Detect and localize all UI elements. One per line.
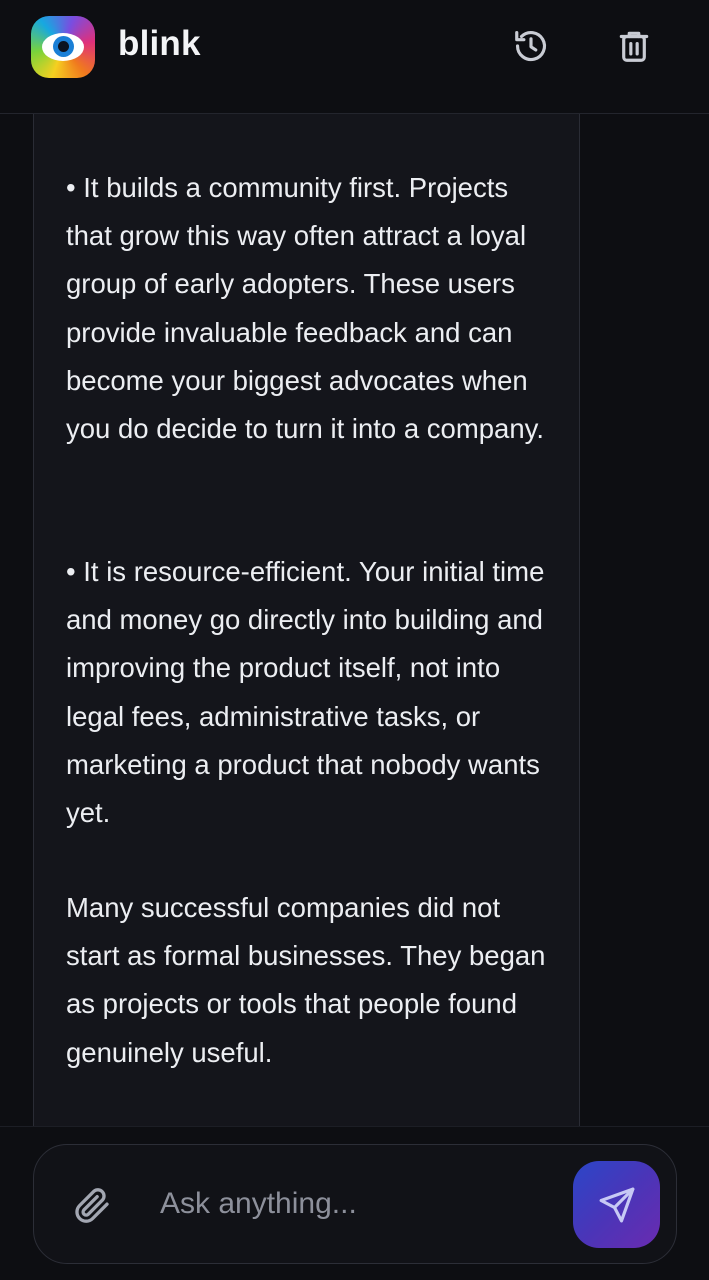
attach-button[interactable] bbox=[71, 1184, 113, 1226]
eye-logo-icon bbox=[31, 16, 95, 78]
chat-app: blink • It builds a community first. Pro… bbox=[0, 0, 709, 1280]
delete-chat-button[interactable] bbox=[614, 26, 654, 66]
send-button[interactable] bbox=[573, 1161, 660, 1248]
assistant-message: • It builds a community first. Projects … bbox=[33, 114, 580, 1126]
app-title: blink bbox=[118, 24, 201, 63]
history-button[interactable] bbox=[511, 26, 551, 66]
message-paragraph: Many successful companies did not start … bbox=[66, 892, 546, 1068]
prompt-input[interactable] bbox=[160, 1180, 550, 1228]
send-icon bbox=[599, 1187, 634, 1222]
app-header: blink bbox=[0, 0, 709, 114]
message-list[interactable]: • It builds a community first. Projects … bbox=[0, 114, 709, 1126]
logo-pupil bbox=[58, 41, 69, 52]
paperclip-icon bbox=[75, 1188, 109, 1223]
message-paragraph: • It builds a community first. Projects … bbox=[66, 172, 544, 445]
message-paragraph: • It is resource-efficient. Your initial… bbox=[66, 556, 545, 829]
trash-icon bbox=[619, 31, 649, 62]
history-icon bbox=[515, 30, 547, 62]
